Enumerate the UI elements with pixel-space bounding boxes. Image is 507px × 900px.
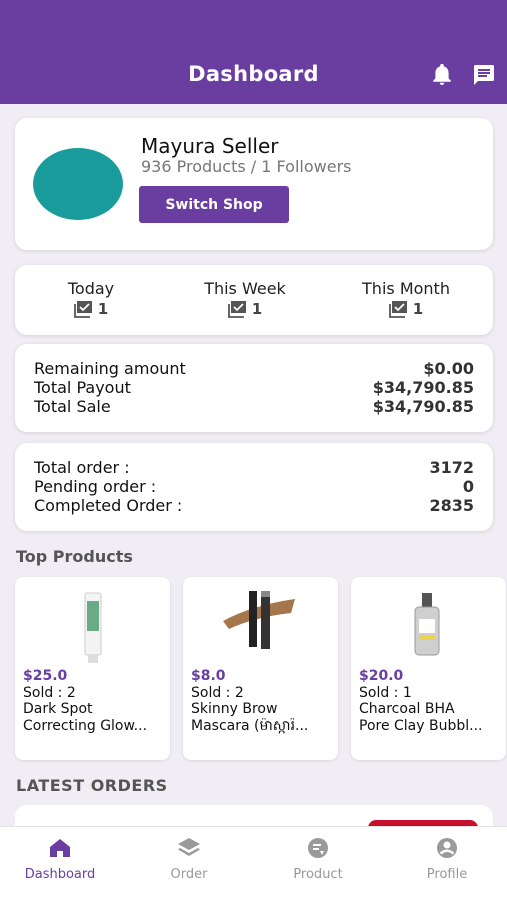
row-value: 3172 — [429, 458, 474, 477]
total-sale-row: Total Sale $34,790.85 — [34, 397, 474, 417]
home-icon — [50, 839, 70, 857]
row-value: 0 — [462, 477, 474, 496]
completed-order-row: Completed Order : 2835 — [34, 496, 474, 516]
row-label: Completed Order : — [34, 496, 183, 515]
top-products-title: Top Products — [16, 547, 133, 566]
product-name: Charcoal BHA Pore Clay Bubbl... — [359, 701, 483, 734]
product-sold: Sold : 2 — [191, 685, 244, 701]
switch-shop-button[interactable]: Switch Shop — [139, 186, 289, 223]
period-this-month: This Month 1 — [331, 279, 481, 322]
order-check-icon — [227, 301, 246, 318]
product-sold: Sold : 1 — [359, 685, 412, 701]
tube-icon — [84, 592, 102, 663]
bottom-nav: Dashboard Order Product Profile — [0, 826, 507, 900]
period-count: 1 — [412, 300, 424, 318]
person-icon — [437, 838, 457, 858]
row-label: Pending order : — [34, 477, 157, 496]
bell-icon[interactable] — [430, 63, 454, 87]
total-payout-row: Total Payout $34,790.85 — [34, 378, 474, 398]
row-label: Total Sale — [34, 397, 111, 416]
finance-card: Remaining amount $0.00 Total Payout $34,… — [15, 344, 493, 432]
row-value: $34,790.85 — [372, 397, 474, 416]
latest-orders-title: LATEST ORDERS — [16, 776, 168, 795]
nav-profile[interactable]: Profile — [392, 837, 502, 882]
nav-label: Order — [170, 867, 208, 882]
message-icon[interactable] — [472, 63, 496, 87]
row-value: 2835 — [429, 496, 474, 515]
row-label: Total Payout — [34, 378, 131, 397]
nav-product[interactable]: Product — [263, 837, 373, 882]
period-this-week: This Week 1 — [170, 279, 320, 322]
seller-name: Mayura Seller — [141, 134, 279, 158]
product-card[interactable]: $25.0 Sold : 2 Dark Spot Correcting Glow… — [15, 577, 170, 760]
period-count: 1 — [97, 300, 109, 318]
order-check-icon — [73, 301, 92, 318]
bottle-icon — [414, 593, 440, 656]
period-value: 1 — [388, 300, 424, 318]
mascara-icon — [223, 591, 295, 649]
remaining-amount-row: Remaining amount $0.00 — [34, 359, 474, 379]
period-value: 1 — [73, 300, 109, 318]
period-today: Today 1 — [16, 279, 166, 322]
period-count: 1 — [251, 300, 263, 318]
seller-meta: 936 Products / 1 Followers — [141, 157, 352, 176]
period-stats-card: Today 1 This Week 1 This Month 1 — [15, 265, 493, 335]
row-label: Remaining amount — [34, 359, 186, 378]
app-bar: Dashboard — [0, 0, 507, 104]
product-price: $8.0 — [191, 668, 226, 684]
pending-order-row: Pending order : 0 — [34, 477, 474, 497]
shop-card: Mayura Seller 936 Products / 1 Followers… — [15, 118, 493, 250]
product-price: $20.0 — [359, 668, 404, 684]
product-sold: Sold : 2 — [23, 685, 76, 701]
nav-label: Profile — [426, 867, 468, 882]
product-card[interactable]: $8.0 Sold : 2 Skinny Brow Mascara (ម៉ាស្… — [183, 577, 338, 760]
nav-label: Dashboard — [24, 867, 96, 882]
row-value: $34,790.85 — [372, 378, 474, 397]
nav-order[interactable]: Order — [134, 837, 244, 882]
layers-icon — [178, 838, 200, 856]
nav-label: Product — [293, 867, 343, 882]
product-icon — [308, 838, 328, 858]
order-stats-card: Total order : 3172 Pending order : 0 Com… — [15, 443, 493, 531]
period-label: This Week — [204, 279, 286, 298]
product-name: Dark Spot Correcting Glow... — [23, 701, 148, 734]
period-label: This Month — [362, 279, 450, 298]
product-name: Skinny Brow Mascara (ម៉ាស្ការ៉... — [191, 701, 309, 734]
row-value: $0.00 — [423, 359, 474, 378]
total-order-row: Total order : 3172 — [34, 458, 474, 478]
period-label: Today — [67, 279, 115, 298]
period-value: 1 — [227, 300, 263, 318]
nav-dashboard[interactable]: Dashboard — [5, 837, 115, 882]
product-card[interactable]: $20.0 Sold : 1 Charcoal BHA Pore Clay Bu… — [351, 577, 506, 760]
avatar — [33, 148, 123, 220]
row-label: Total order : — [34, 458, 130, 477]
product-price: $25.0 — [23, 668, 68, 684]
order-check-icon — [388, 301, 407, 318]
